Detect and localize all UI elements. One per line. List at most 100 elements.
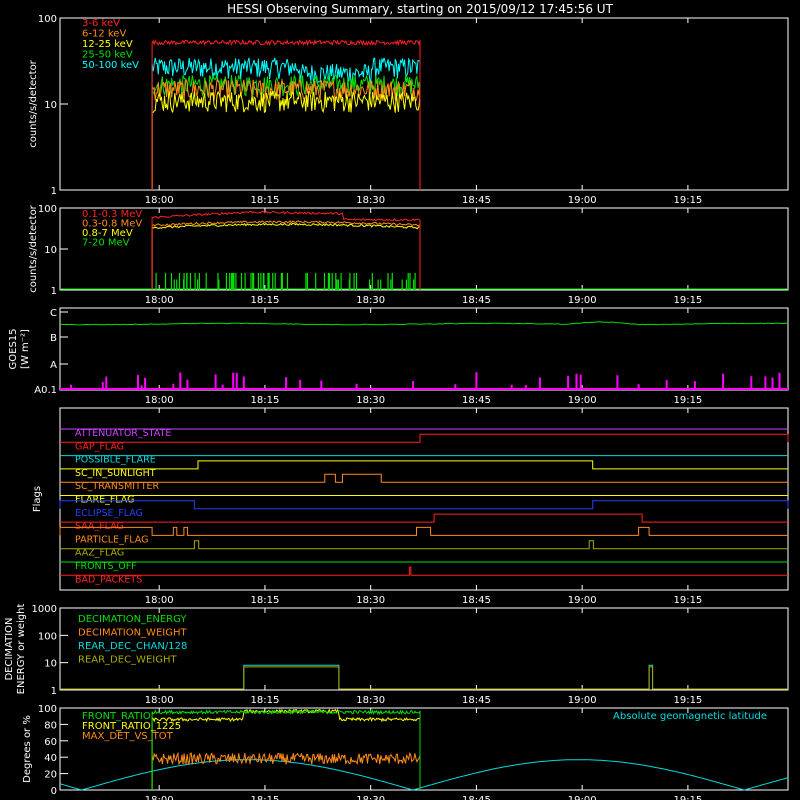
low-energy-legend-6-12-kev: 6-12 keV (82, 29, 126, 40)
flag-label-aaz-flag: AAZ_FLAG (75, 548, 124, 559)
flag-line-eclipse-flag (59, 500, 789, 510)
time-tick-label: 18:15 (251, 395, 280, 406)
y-tick-label: A (50, 360, 57, 371)
series-12-25-kev (151, 90, 421, 190)
time-tick-label: 18:30 (356, 395, 385, 406)
decimation-legend-decimation-weight: DECIMATION_WEIGHT (78, 628, 187, 639)
time-tick-label: 18:30 (356, 295, 385, 306)
flag-label-flare-flag: FLARE_FLAG (75, 495, 135, 506)
flag-line-particle-flag (59, 526, 788, 536)
low-energy-legend-50-100-kev: 50-100 keV (82, 60, 139, 71)
flag-line-saa-flag (60, 513, 788, 523)
series-goes (59, 321, 789, 326)
series-7-20-mev-spikes (155, 273, 416, 290)
goes-panel: 18:00 18:15 18:30 18:45 19:00 19:15 A0.1 A B C GOE… (8, 307, 789, 406)
time-tick-label: 19:15 (673, 195, 702, 206)
series-geomagnetic-latitude (59, 759, 789, 791)
time-tick-label: 18:30 (356, 595, 385, 606)
y-tick-label: C (50, 308, 57, 319)
flag-line-bad-packets (60, 566, 788, 576)
y-tick-label: 1 (51, 186, 57, 197)
decimation-legend-decimation-energy: DECIMATION_ENERGY (78, 614, 187, 625)
series-front-ratio (151, 709, 421, 790)
low-energy-legend-3-6-kev: 3-6 keV (82, 18, 120, 29)
time-tick-label: 18:30 (356, 195, 385, 206)
time-tick-label: 18:45 (462, 695, 491, 706)
time-tick-label: 18:45 (462, 195, 491, 206)
hessi-summary-figure: HESSI Observing Summary, starting on 201… (4, 2, 789, 800)
time-tick-label: 18:15 (251, 195, 280, 206)
y-axis-label: counts/s/detector (28, 204, 39, 292)
y-tick-label: 80 (44, 720, 57, 731)
y-tick-label: 10 (44, 245, 57, 256)
flags-panel: 18:00 18:15 18:30 18:45 19:00 19:15 Flags ATTEN… (32, 407, 789, 606)
y-tick-label: 1000 (32, 604, 57, 615)
time-tick-label: 19:00 (568, 795, 597, 800)
flag-line-sc-in-sunlight (60, 460, 788, 470)
flag-label-bad-packets: BAD_PACKETS (75, 574, 142, 585)
time-tick-label: 18:00 (145, 395, 174, 406)
flag-label-eclipse-flag: ECLIPSE_FLAG (75, 508, 143, 519)
time-tick-label: 19:00 (568, 195, 597, 206)
time-tick-label: 19:15 (673, 695, 702, 706)
ratios-panel: 18:00 18:15 18:30 18:45 19:00 19:15 0 20 40 60 80 1… (22, 704, 789, 800)
time-tick-label: 19:00 (568, 695, 597, 706)
series-0-3-0-8-mev (151, 220, 421, 290)
series-front-ratio-1225 (151, 708, 421, 790)
flag-line-sc-transmitter (60, 473, 788, 483)
goes-frame (59, 307, 789, 391)
high-energy-frame (59, 207, 789, 291)
time-tick-label: 18:15 (251, 695, 280, 706)
time-tick-label: 19:15 (673, 395, 702, 406)
y-tick-label: 100 (38, 704, 57, 715)
time-tick-label: 18:45 (462, 395, 491, 406)
time-tick-label: 19:15 (673, 595, 702, 606)
time-tick-label: 18:45 (462, 795, 491, 800)
y-tick-label: 10 (44, 659, 57, 670)
time-tick-label: 19:15 (673, 795, 702, 800)
flag-label-sc-in-sunlight: SC_IN_SUNLIGHT (75, 468, 156, 479)
time-tick-label: 18:00 (145, 595, 174, 606)
y-tick-label: 10 (44, 100, 57, 111)
flag-label-possible-flare: POSSIBLE_FLARE (75, 455, 156, 466)
time-tick-label: 19:15 (673, 295, 702, 306)
flag-label-saa-flag: SAA_FLAG (75, 521, 124, 532)
y-tick-label: B (50, 333, 57, 344)
series-goes-activity (60, 372, 788, 390)
series-6-12-kev (151, 78, 421, 190)
y-tick-label: 100 (38, 14, 57, 25)
flag-label-gap-flag: GAP_FLAG (75, 441, 124, 452)
y-axis-label: [W m⁻²] (20, 329, 31, 369)
ratios-legend-max-det-vs-tot: MAX_DET_VS_TOT (82, 731, 174, 742)
y-tick-label: 0 (51, 786, 57, 797)
time-tick-label: 18:15 (251, 595, 280, 606)
y-axis-label: GOES15 (8, 328, 19, 369)
high-energy-legend-7-20-mev: 7-20 MeV (82, 238, 130, 249)
y-axis-label: counts/s/detector (28, 59, 39, 147)
y-tick-label: 1 (51, 686, 57, 697)
time-tick-label: 18:15 (251, 795, 280, 800)
time-tick-label: 19:00 (568, 595, 597, 606)
high-energy-panel: 18:00 18:15 18:30 18:45 19:00 19:15 1 10 100coun… (28, 204, 789, 306)
y-tick-label: 100 (38, 631, 57, 642)
decimation-legend-rear-dec-weight: REAR_DEC_WEIGHT (78, 655, 177, 666)
flag-label-sc-transmitter: SC_TRANSMITTER (75, 481, 160, 492)
flag-label-particle-flag: PARTICLE_FLAG (75, 534, 148, 545)
y-axis-label: ENERGY or weight (16, 604, 27, 695)
time-tick-label: 18:15 (251, 295, 280, 306)
time-tick-label: 18:45 (462, 295, 491, 306)
low-energy-legend-12-25-kev: 12-25 keV (82, 39, 133, 50)
time-tick-label: 18:30 (356, 795, 385, 800)
time-tick-label: 18:00 (145, 195, 174, 206)
series-0-8-7-mev (151, 222, 421, 290)
decimation-panel: 18:00 18:15 18:30 18:45 19:00 19:15 1 10 100 1000… (4, 604, 789, 706)
ratios-annotation: Absolute geomagnetic latitude (613, 711, 767, 722)
time-tick-label: 18:00 (145, 795, 174, 800)
y-tick-label: A0.1 (34, 385, 57, 396)
y-tick-label: 1 (51, 286, 57, 297)
y-tick-label: 40 (44, 753, 57, 764)
series-rear-dec-weight (60, 666, 788, 690)
time-tick-label: 18:30 (356, 695, 385, 706)
figure-title: HESSI Observing Summary, starting on 201… (227, 2, 613, 16)
y-axis-label: Degrees or % (22, 715, 33, 783)
